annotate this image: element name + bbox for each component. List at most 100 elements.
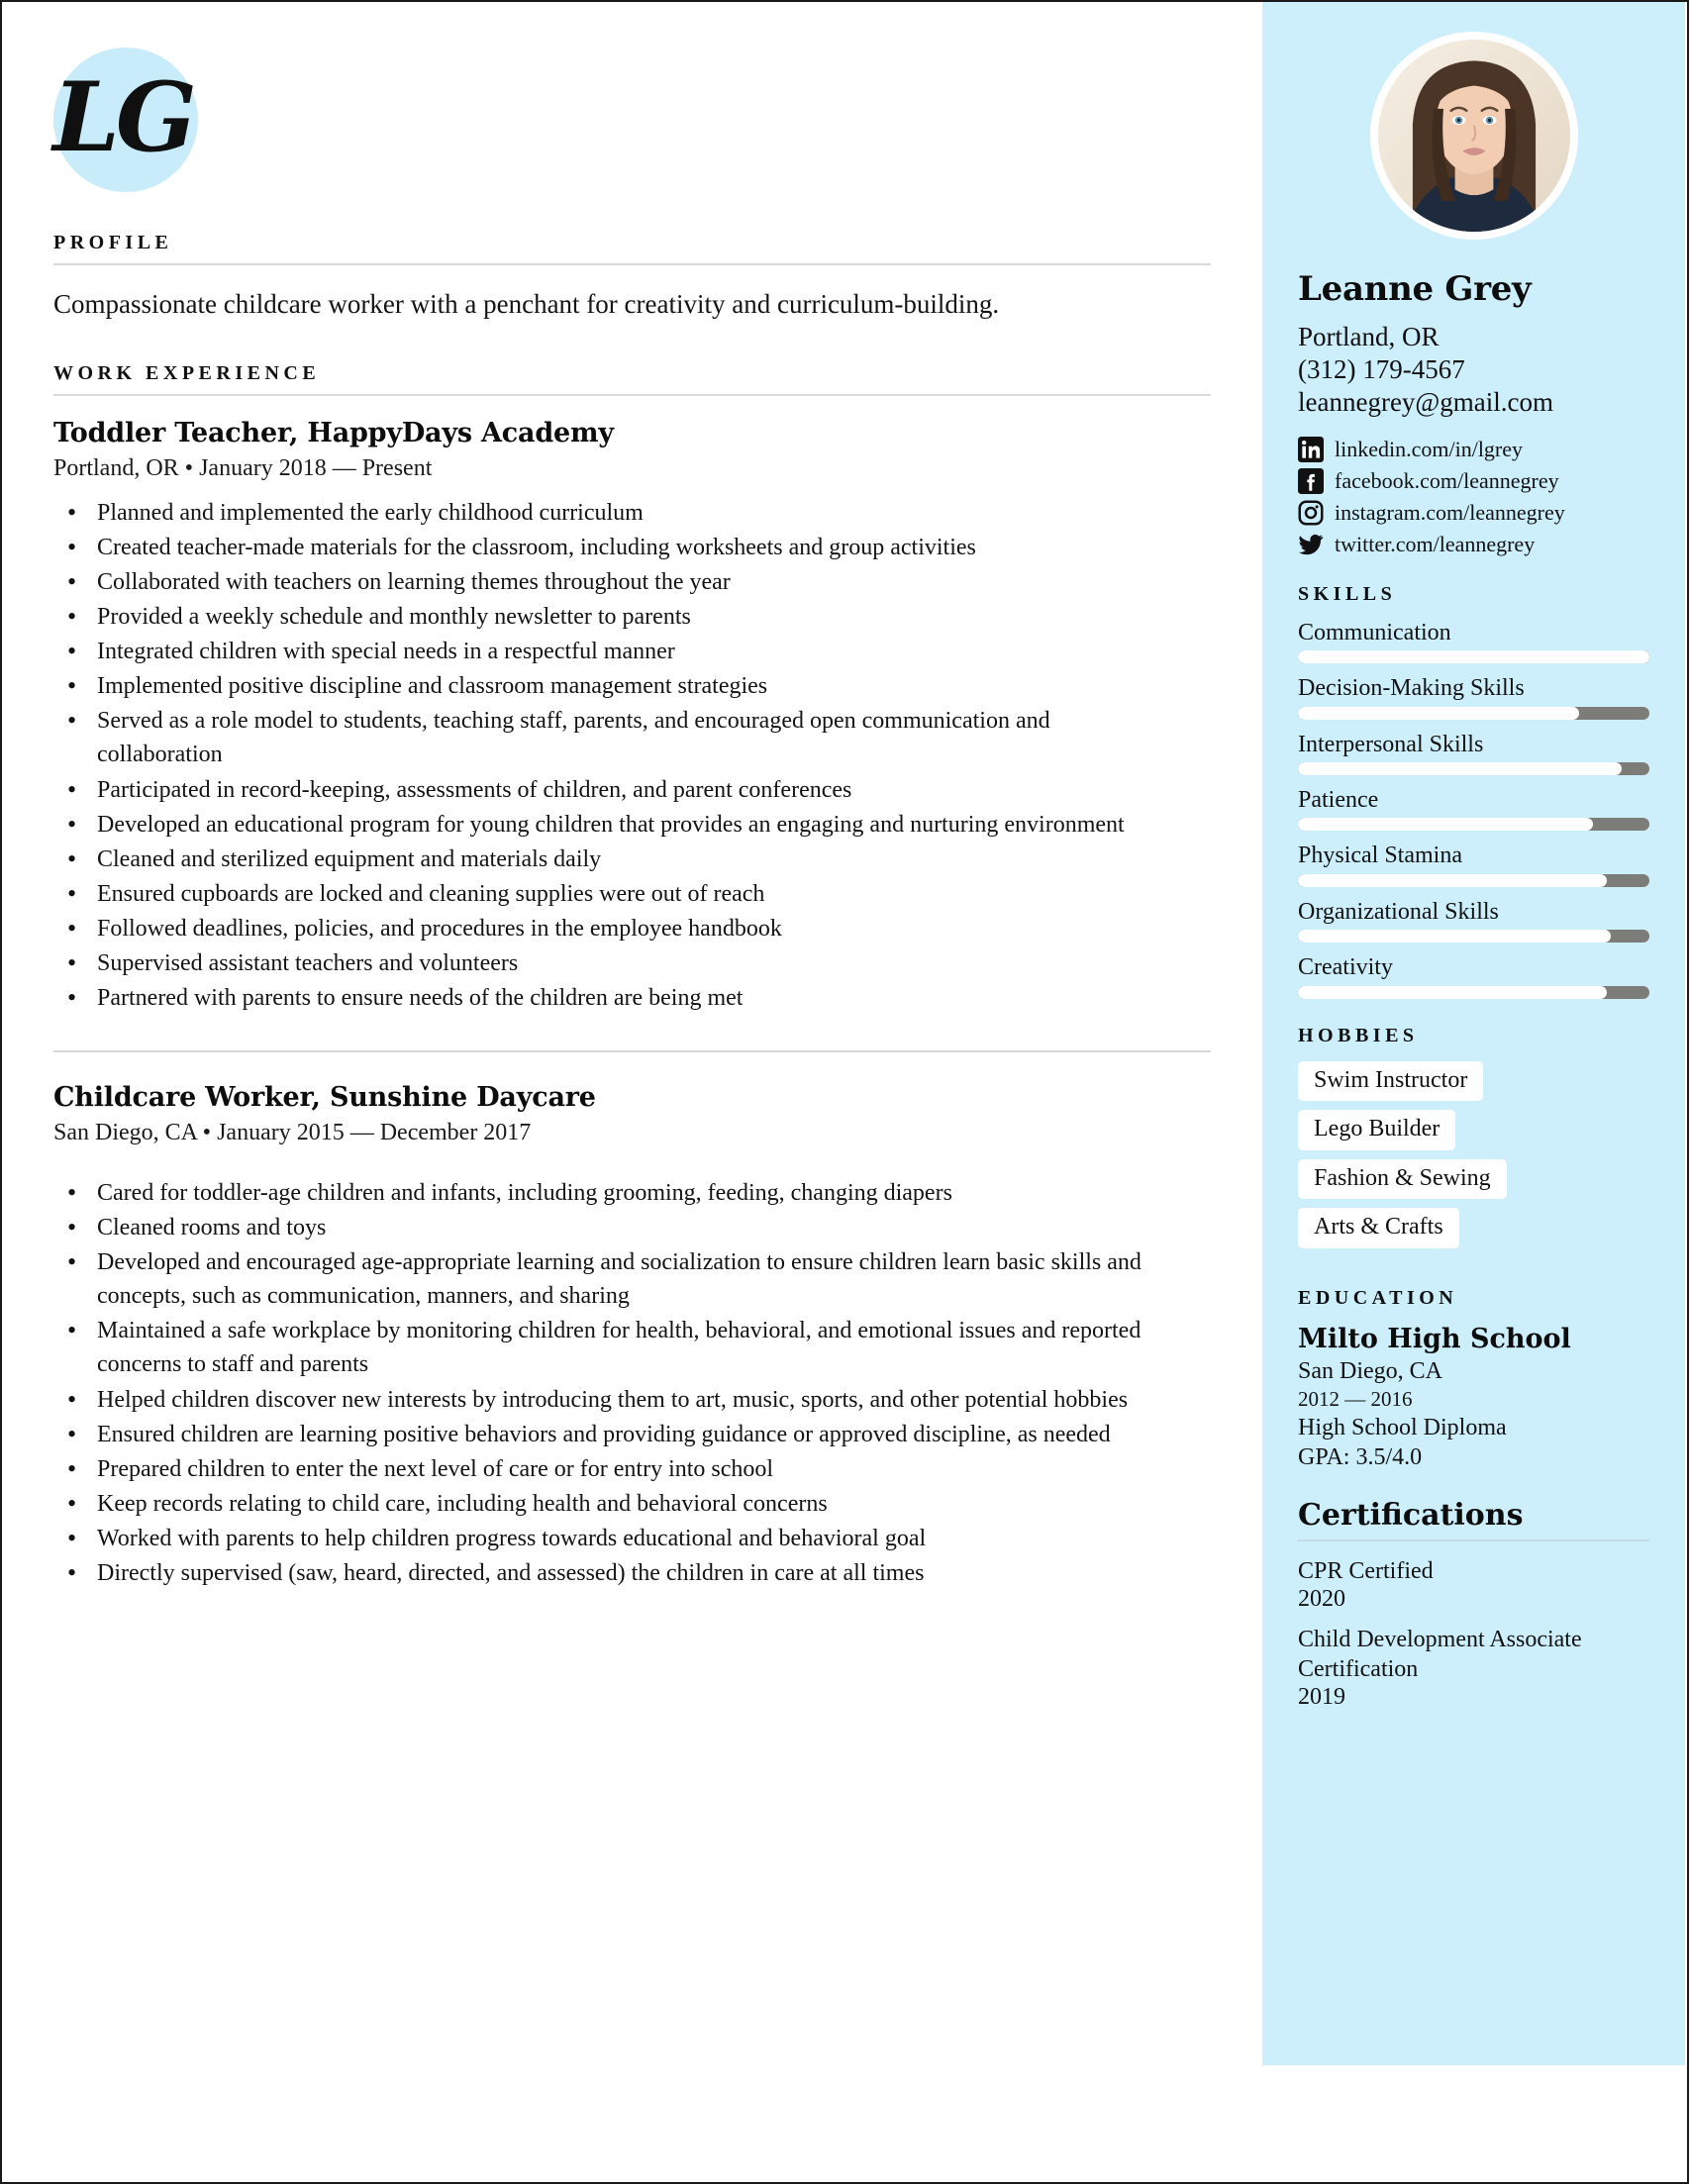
skill-label: Patience: [1298, 786, 1379, 813]
skill-item: Physical Stamina: [1298, 843, 1649, 887]
skill-level-fill: [1298, 818, 1594, 832]
facebook-icon: [1298, 467, 1324, 494]
skill-label: Physical Stamina: [1298, 843, 1462, 869]
skill-level-fill: [1298, 650, 1649, 664]
work-section-heading: WORK EXPERIENCE: [53, 361, 321, 384]
social-link-row[interactable]: linkedin.com/in/lgrey: [1298, 436, 1649, 462]
job-bullet: Ensured children are learning positive b…: [59, 1417, 1178, 1453]
skill-item: Decision-Making Skills: [1298, 675, 1649, 720]
social-link-row[interactable]: instagram.com/leannegrey: [1298, 500, 1649, 526]
skill-label: Interpersonal Skills: [1298, 731, 1484, 757]
job-bullet: Collaborated with teachers on learning t…: [59, 564, 1178, 601]
job-meta: Portland, OR • January 2018 — Present: [53, 454, 433, 481]
job-bullet: Partnered with parents to ensure needs o…: [59, 980, 1178, 1017]
skill-level-fill: [1298, 706, 1579, 720]
job-bullet: Ensured cupboards are locked and cleanin…: [59, 876, 1178, 913]
skills-section-heading: SKILLS: [1298, 582, 1397, 605]
profile-summary-text: Compassionate childcare worker with a pe…: [53, 289, 1000, 319]
resume-page: LG PROFILE Compassionate childcare worke…: [0, 0, 1689, 2184]
job-bullet: Planned and implemented the early childh…: [59, 495, 1178, 532]
hobbies-section-heading: HOBBIES: [1298, 1024, 1419, 1046]
certification-item: Child Development Associate Certificatio…: [1298, 1626, 1649, 1711]
social-link-text: facebook.com/leannegrey: [1335, 467, 1559, 493]
education-school: Milto High School: [1298, 1323, 1571, 1354]
hobby-pill: Arts & Crafts: [1298, 1208, 1459, 1248]
education-degree: High School Diploma: [1298, 1415, 1507, 1441]
hobbies-list: Swim Instructor Lego Builder Fashion & Sew…: [1298, 1060, 1649, 1257]
skill-item: Creativity: [1298, 954, 1649, 999]
social-link-row[interactable]: twitter.com/leannegrey: [1298, 532, 1649, 557]
job-bullet: Directly supervised (saw, heard, directe…: [59, 1555, 1178, 1592]
skill-level-bar: [1298, 706, 1649, 720]
hobby-pill: Lego Builder: [1298, 1110, 1456, 1150]
job-title: Toddler Teacher, HappyDays Academy: [53, 417, 614, 448]
skill-level-fill: [1298, 930, 1611, 943]
skill-label: Communication: [1298, 619, 1451, 645]
certification-item: CPR Certified 2020: [1298, 1557, 1649, 1613]
contact-location: Portland, OR: [1298, 322, 1440, 351]
avatar: [1369, 32, 1578, 240]
job-bullet: Helped children discover new interests b…: [59, 1382, 1178, 1419]
social-link-text: twitter.com/leannegrey: [1335, 531, 1536, 556]
monogram-logo: LG: [52, 48, 198, 192]
certification-name: Child Development Associate Certificatio…: [1298, 1627, 1582, 1682]
contact-email[interactable]: leannegrey@gmail.com: [1298, 386, 1649, 419]
job-bullet: Cleaned and sterilized equipment and mat…: [59, 842, 1178, 878]
skill-level-fill: [1298, 761, 1622, 775]
twitter-icon: [1298, 532, 1324, 557]
job-bullet: Implemented positive discipline and clas…: [59, 668, 1178, 705]
job-bullet: Cared for toddler-age children and infan…: [59, 1175, 1178, 1212]
profile-divider: [53, 263, 1211, 265]
skill-item: Interpersonal Skills: [1298, 732, 1649, 775]
job-meta: San Diego, CA • January 2015 — December …: [53, 1120, 532, 1146]
skills-list: Communication Decision-Making Skills Inter…: [1298, 620, 1649, 999]
skill-level-bar: [1298, 650, 1649, 664]
skill-level-fill: [1298, 873, 1608, 887]
certification-year: 2019: [1298, 1684, 1345, 1711]
skill-item: Patience: [1298, 786, 1649, 832]
job-bullet: Worked with parents to help children pro…: [59, 1521, 1178, 1557]
job-entry: Childcare Worker, Sunshine Daycare San D…: [53, 1082, 1211, 1592]
skill-level-fill: [1298, 985, 1608, 999]
job-title: Childcare Worker, Sunshine Daycare: [53, 1082, 596, 1114]
skill-level-bar: [1298, 873, 1649, 887]
skill-level-bar: [1298, 930, 1649, 943]
job-bullet: Developed an educational program for you…: [59, 807, 1178, 844]
social-links-list: linkedin.com/in/lgrey facebook.com/leanne…: [1298, 436, 1649, 557]
hobby-pill: Swim Instructor: [1298, 1060, 1484, 1102]
contact-phone[interactable]: (312) 179-4567: [1298, 353, 1649, 386]
job-bullet: Developed and encouraged age-appropriate…: [59, 1244, 1178, 1313]
job-bullet: Cleaned rooms and toys: [59, 1210, 1178, 1246]
skill-item: Communication: [1298, 619, 1649, 664]
education-gpa: GPA: 3.5/4.0: [1298, 1444, 1423, 1471]
profile-section-heading: PROFILE: [53, 232, 173, 253]
job-entry: Toddler Teacher, HappyDays Academy Portl…: [53, 417, 1211, 1017]
social-link-text: instagram.com/leannegrey: [1335, 499, 1565, 525]
job-bullet: Provided a weekly schedule and monthly n…: [59, 599, 1178, 636]
education-years: 2012 — 2016: [1298, 1386, 1413, 1411]
work-divider: [53, 393, 1211, 396]
certifications-divider: [1298, 1539, 1649, 1542]
social-link-row[interactable]: facebook.com/leannegrey: [1298, 467, 1649, 494]
skill-level-bar: [1298, 818, 1649, 832]
skill-item: Organizational Skills: [1298, 899, 1649, 943]
job-separator: [53, 1050, 1211, 1053]
certifications-heading: Certifications: [1298, 1498, 1524, 1534]
skill-level-bar: [1298, 985, 1649, 999]
education-section-heading: EDUCATION: [1298, 1286, 1458, 1309]
instagram-icon: [1298, 500, 1324, 526]
job-bullet: Maintained a safe workplace by monitorin…: [59, 1313, 1178, 1381]
skill-label: Creativity: [1298, 954, 1393, 981]
job-bullet: Created teacher-made materials for the c…: [59, 530, 1178, 566]
contact-block: Portland, OR (312) 179-4567 leannegrey@g…: [1298, 321, 1649, 419]
job-bullet: Integrated children with special needs i…: [59, 634, 1178, 670]
education-entry: Milto High School San Diego, CA 2012 — 2…: [1298, 1324, 1649, 1472]
certification-year: 2020: [1298, 1586, 1345, 1613]
job-bullet: Served as a role model to students, teac…: [59, 703, 1178, 771]
skill-label: Decision-Making Skills: [1298, 675, 1525, 702]
job-bullet: Participated in record-keeping, assessme…: [59, 772, 1178, 809]
hobby-pill: Fashion & Sewing: [1298, 1158, 1507, 1200]
skill-label: Organizational Skills: [1298, 898, 1499, 925]
